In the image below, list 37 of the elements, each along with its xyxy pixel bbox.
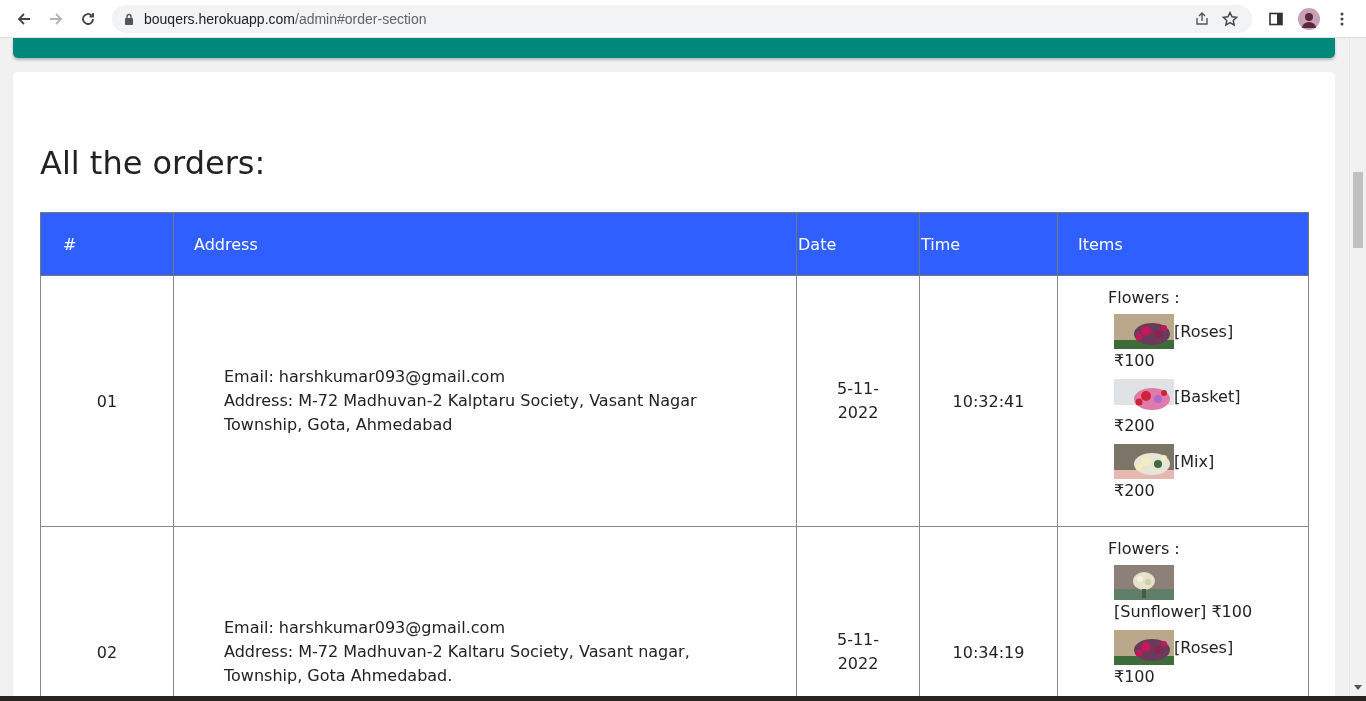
star-icon[interactable] bbox=[1222, 10, 1238, 27]
share-icon[interactable] bbox=[1194, 10, 1210, 27]
item-name: [Mix] bbox=[1174, 450, 1215, 473]
item-price: ₹100 bbox=[1114, 351, 1155, 370]
column-header: Address bbox=[173, 212, 797, 276]
date-text: 5-11-2022 bbox=[835, 378, 881, 424]
address-bar[interactable]: bouqers.herokuapp.com/admin#order-section bbox=[112, 4, 1252, 33]
item-price: ₹200 bbox=[1114, 481, 1155, 500]
side-panel-icon[interactable] bbox=[1268, 10, 1284, 27]
email-text: Email: harshkumar093@gmail.com bbox=[224, 366, 506, 388]
reload-icon[interactable] bbox=[80, 10, 96, 27]
scrollbar[interactable] bbox=[1349, 38, 1366, 696]
item-name: [Basket] bbox=[1174, 385, 1241, 408]
item-name: [Sunflower] bbox=[1114, 602, 1207, 621]
column-header: # bbox=[40, 212, 174, 276]
avatar-icon[interactable] bbox=[1298, 7, 1320, 30]
section-heading: All the orders: bbox=[40, 144, 267, 182]
address-text: Address: M-72 Madhuvan-2 Kaltaru Society, Vasant nagar, Township, Gota Ahmedabad. bbox=[224, 641, 691, 687]
item-name: [Roses] bbox=[1174, 636, 1234, 659]
scroll-down-icon[interactable] bbox=[1354, 685, 1362, 690]
lock-icon bbox=[124, 12, 134, 25]
column-header: Time bbox=[919, 212, 1058, 276]
items-heading: Flowers : bbox=[1108, 538, 1181, 560]
item-price: ₹100 bbox=[1211, 602, 1253, 621]
date-text: 5-11-2022 bbox=[835, 629, 881, 675]
item-price: ₹100 bbox=[1114, 667, 1155, 686]
item-name: [Roses] bbox=[1174, 320, 1234, 343]
address-text: Address: M-72 Madhuvan-2 Kalptaru Society, Vasant Nagar Township, Gota, Ahmedabad bbox=[224, 390, 698, 436]
column-header: Date bbox=[796, 212, 920, 276]
table-cell: 10:32:41 bbox=[919, 275, 1058, 527]
column-header: Items bbox=[1057, 212, 1309, 276]
items-heading: Flowers : bbox=[1108, 287, 1181, 309]
table-cell: 01 bbox=[40, 275, 174, 527]
scroll-thumb[interactable] bbox=[1353, 172, 1363, 248]
email-text: Email: harshkumar093@gmail.com bbox=[224, 617, 506, 639]
back-icon[interactable] bbox=[16, 10, 32, 27]
item-price: ₹200 bbox=[1114, 416, 1155, 435]
